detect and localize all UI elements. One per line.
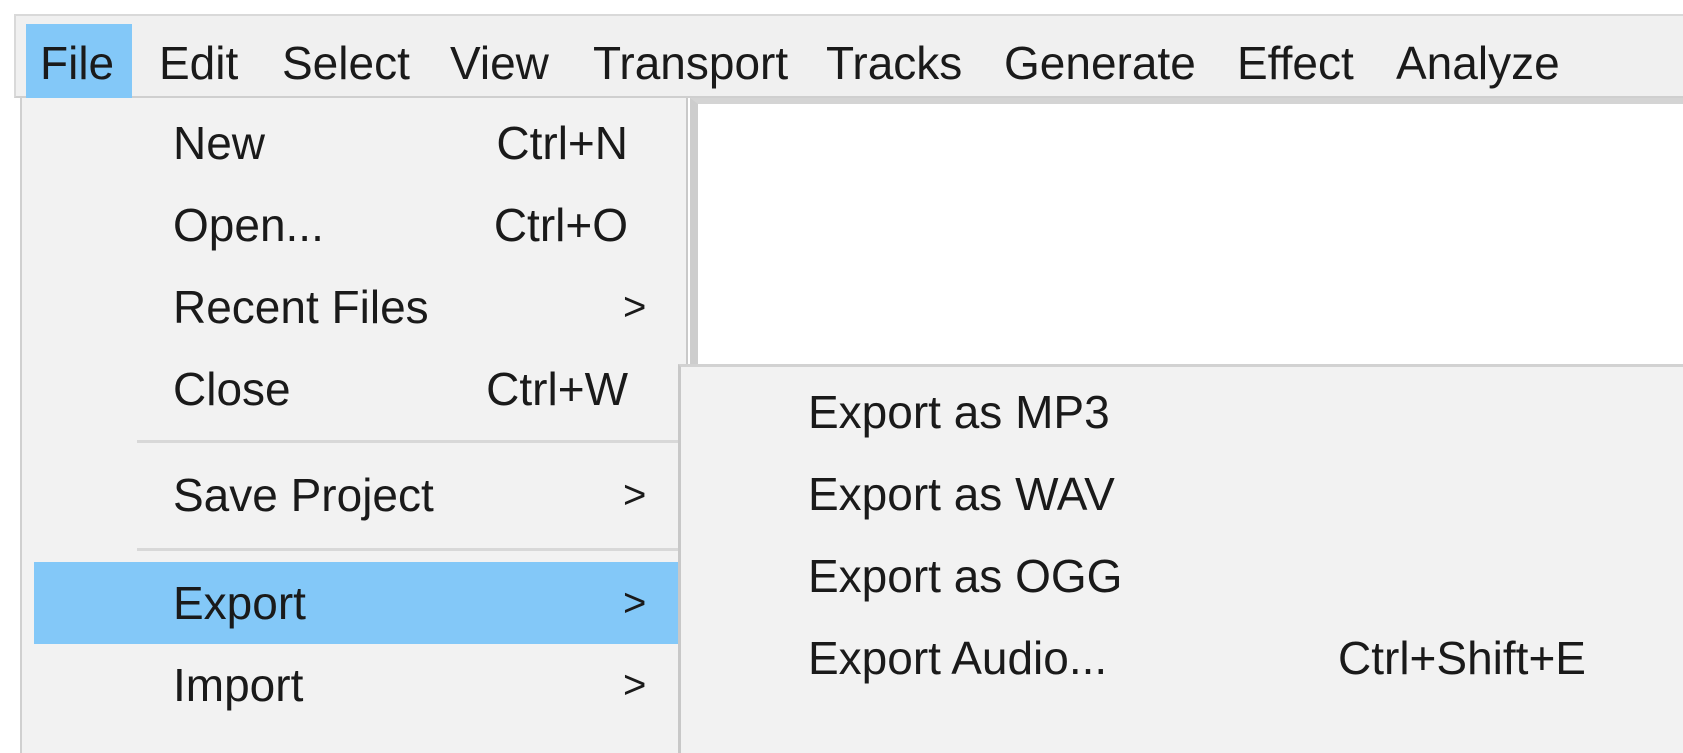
menu-item-label: Export [173,577,306,629]
menu-tracks[interactable]: Tracks [826,24,962,102]
menu-generate[interactable]: Generate [1004,24,1196,102]
menu-item-export[interactable]: Export > [34,562,686,644]
submenu-item-export-audio[interactable]: Export Audio... Ctrl+Shift+E [681,617,1683,699]
submenu-item-export-mp3[interactable]: Export as MP3 [681,371,1683,453]
menu-item-label: Recent Files [173,281,429,333]
app-window: File Edit Select View Transport Tracks G… [0,0,1683,753]
chevron-right-icon: > [623,473,647,517]
menu-item-import[interactable]: Import > [34,644,686,726]
chevron-right-icon: > [623,663,647,707]
menu-item-close[interactable]: Close Ctrl+W [34,348,686,430]
menu-separator [137,440,689,443]
menu-edit[interactable]: Edit [159,24,238,102]
submenu-item-label: Export as OGG [808,550,1123,602]
menu-item-label: Import [173,659,304,711]
menu-item-open[interactable]: Open... Ctrl+O [34,184,686,266]
menu-effect[interactable]: Effect [1237,24,1354,102]
menu-analyze[interactable]: Analyze [1396,24,1560,102]
menu-item-label: Close [173,363,291,415]
menu-separator [137,548,689,551]
submenu-item-label: Export as WAV [808,468,1115,520]
menu-item-shortcut: Ctrl+N [496,117,628,169]
menu-view[interactable]: View [450,24,549,102]
export-submenu: Export as MP3 Export as WAV Export as OG… [678,364,1683,753]
menu-item-save-project[interactable]: Save Project > [34,454,686,536]
menu-item-shortcut: Ctrl+W [486,363,628,415]
menu-item-new[interactable]: New Ctrl+N [34,102,686,184]
menu-item-label: Save Project [173,469,434,521]
menu-bar: File Edit Select View Transport Tracks G… [14,14,1683,102]
submenu-item-shortcut: Ctrl+Shift+E [1338,632,1586,684]
chevron-right-icon: > [623,285,647,329]
menu-item-label: Open... [173,199,324,251]
menu-item-recent-files[interactable]: Recent Files > [34,266,686,348]
menu-select[interactable]: Select [282,24,410,102]
menu-file[interactable]: File [26,24,132,102]
menu-item-shortcut: Ctrl+O [493,199,628,251]
submenu-item-export-wav[interactable]: Export as WAV [681,453,1683,535]
submenu-item-export-ogg[interactable]: Export as OGG [681,535,1683,617]
chevron-right-icon: > [623,581,647,625]
menu-transport[interactable]: Transport [593,24,788,102]
menu-item-label: New [173,117,266,169]
submenu-item-label: Export as MP3 [808,386,1110,438]
submenu-item-label: Export Audio... [808,632,1108,684]
file-menu: New Ctrl+N Open... Ctrl+O Recent Files >… [20,98,689,753]
